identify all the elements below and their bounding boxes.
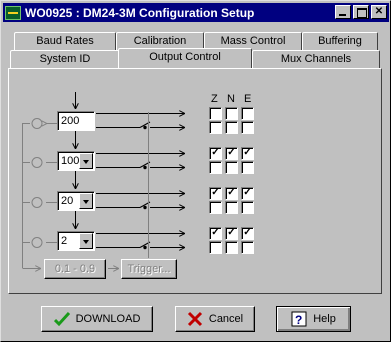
stage-1-primary-n-checkbox[interactable] xyxy=(225,107,238,120)
chevron-down-icon[interactable] xyxy=(79,193,93,209)
stage-2-radio[interactable] xyxy=(31,156,43,168)
stage-4-primary-e-checkbox[interactable]: ✓ xyxy=(241,227,254,240)
stage-4-rate-value: 2 xyxy=(61,235,68,247)
stage-4-rate-select[interactable]: 2 xyxy=(57,231,95,251)
stage-4-secondary-n-checkbox[interactable] xyxy=(225,241,238,254)
stage-1-rate-input[interactable]: 200 xyxy=(57,111,95,131)
stage-3-rate-value: 20 xyxy=(61,195,74,207)
stage-1-primary-e-checkbox[interactable] xyxy=(241,107,254,120)
checkmark-icon xyxy=(53,311,70,327)
stage-3-secondary-e-checkbox[interactable] xyxy=(241,201,254,214)
cancel-button[interactable]: Cancel xyxy=(175,306,255,332)
stage-1-secondary-n-checkbox[interactable] xyxy=(225,121,238,134)
stage-3-secondary-n-checkbox[interactable] xyxy=(225,201,238,214)
stage-2-rate-select[interactable]: 100 xyxy=(57,151,95,171)
svg-text:?: ? xyxy=(295,313,302,327)
stage-2-rate-value: 100 xyxy=(61,155,80,167)
stage-4-radio[interactable] xyxy=(31,236,43,248)
stage-4-secondary-e-checkbox[interactable] xyxy=(241,241,254,254)
stage-3-rate-select[interactable]: 20 xyxy=(57,191,95,211)
stage-3-primary-e-checkbox[interactable]: ✓ xyxy=(241,187,254,200)
stage-1-secondary-e-checkbox[interactable] xyxy=(241,121,254,134)
help-label: Help xyxy=(313,313,336,325)
download-button[interactable]: DOWNLOAD xyxy=(41,306,153,332)
stage-4-secondary-z-checkbox[interactable] xyxy=(209,241,222,254)
download-label: DOWNLOAD xyxy=(75,313,141,325)
chevron-down-icon[interactable] xyxy=(79,233,93,249)
cancel-label: Cancel xyxy=(208,313,244,325)
stage-2-primary-n-checkbox[interactable]: ✓ xyxy=(225,147,238,160)
stage-2-secondary-n-checkbox[interactable] xyxy=(225,161,238,174)
chevron-down-icon[interactable] xyxy=(79,153,93,169)
stage-2-secondary-z-checkbox[interactable] xyxy=(209,161,222,174)
stage-3-primary-z-checkbox[interactable]: ✓ xyxy=(209,187,222,200)
help-question-icon: ? xyxy=(291,311,307,327)
column-header-z: Z xyxy=(211,93,218,105)
stage-3-primary-n-checkbox[interactable]: ✓ xyxy=(225,187,238,200)
stage-1-secondary-z-checkbox[interactable] xyxy=(209,121,222,134)
range-button[interactable]: 0.1 - 0.9 xyxy=(44,259,106,279)
stage-4-primary-n-checkbox[interactable]: ✓ xyxy=(225,227,238,240)
cancel-x-icon xyxy=(187,311,203,327)
stage-3-secondary-z-checkbox[interactable] xyxy=(209,201,222,214)
stage-2-secondary-e-checkbox[interactable] xyxy=(241,161,254,174)
column-header-n: N xyxy=(227,93,235,105)
stage-2-primary-z-checkbox[interactable]: ✓ xyxy=(209,147,222,160)
column-header-e: E xyxy=(244,93,252,105)
stage-4-primary-z-checkbox[interactable]: ✓ xyxy=(209,227,222,240)
stage-1-radio[interactable] xyxy=(31,117,43,129)
stage-1-primary-z-checkbox[interactable] xyxy=(209,107,222,120)
stage-3-radio[interactable] xyxy=(31,196,43,208)
help-button[interactable]: ? Help xyxy=(276,306,351,332)
trigger-button[interactable]: Trigger... xyxy=(121,259,177,279)
stage-2-primary-e-checkbox[interactable]: ✓ xyxy=(241,147,254,160)
